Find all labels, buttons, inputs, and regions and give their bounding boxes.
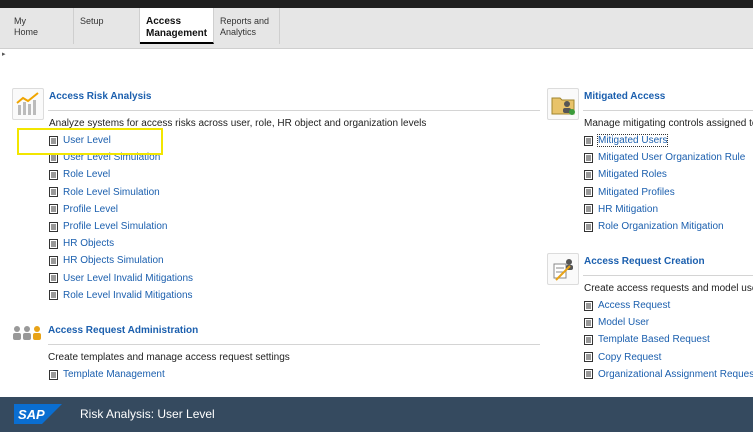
document-icon	[584, 169, 593, 180]
link-label[interactable]: Role Organization Mitigation	[598, 221, 724, 232]
link-label[interactable]: HR Objects	[63, 238, 114, 249]
link-label[interactable]: Model User	[598, 317, 649, 328]
tab-reports-analytics[interactable]: Reports and Analytics	[214, 8, 280, 44]
link-label[interactable]: Mitigated User Organization Rule	[598, 152, 745, 163]
link-label[interactable]: Role Level	[63, 169, 110, 180]
document-icon	[49, 238, 58, 249]
link-item[interactable]: HR Objects	[49, 235, 193, 252]
link-item[interactable]: Template Management	[49, 366, 165, 383]
link-item[interactable]: Copy Request	[584, 349, 753, 366]
link-item[interactable]: Role Level	[49, 166, 193, 183]
link-item[interactable]: Mitigated Profiles	[584, 184, 745, 201]
link-list-access-request-creation: Access Request Model User Template Based R…	[584, 297, 753, 383]
footer-bar: SAP Risk Analysis: User Level	[0, 397, 753, 432]
document-icon	[584, 300, 593, 311]
document-icon	[584, 135, 593, 146]
request-pen-icon	[547, 253, 579, 285]
document-icon	[584, 334, 593, 345]
link-label[interactable]: Access Request	[598, 300, 670, 311]
link-item[interactable]: Profile Level	[49, 201, 193, 218]
document-icon	[49, 255, 58, 266]
section-title-access-request-administration[interactable]: Access Request Administration	[48, 325, 198, 336]
chart-icon	[12, 88, 44, 120]
link-label[interactable]: Organizational Assignment Request	[598, 369, 753, 380]
divider	[48, 344, 540, 345]
document-icon	[49, 290, 58, 301]
document-icon	[49, 169, 58, 180]
section-title-mitigated-access[interactable]: Mitigated Access	[584, 91, 665, 102]
document-icon	[49, 221, 58, 232]
link-list-access-request-administration: Template Management	[49, 366, 165, 383]
users-icon	[12, 323, 42, 353]
tab-access-management[interactable]: Access Management	[140, 8, 214, 44]
document-icon	[49, 187, 58, 198]
link-label[interactable]: Template Based Request	[598, 334, 710, 345]
link-item[interactable]: HR Mitigation	[584, 201, 745, 218]
link-label[interactable]: Copy Request	[598, 352, 661, 363]
document-icon	[584, 187, 593, 198]
section-title-access-request-creation[interactable]: Access Request Creation	[584, 256, 705, 267]
link-label[interactable]: User Level Invalid Mitigations	[63, 273, 193, 284]
link-label[interactable]: Mitigated Roles	[598, 169, 667, 180]
link-label[interactable]: Profile Level	[63, 204, 118, 215]
link-label[interactable]: Role Level Invalid Mitigations	[63, 290, 193, 301]
highlight-box	[17, 128, 163, 155]
collapse-arrow-icon[interactable]: ▸	[2, 50, 6, 58]
link-item[interactable]: Organizational Assignment Request	[584, 366, 753, 383]
document-icon	[584, 204, 593, 215]
link-item[interactable]: Role Organization Mitigation	[584, 218, 745, 235]
folder-user-icon	[547, 88, 579, 120]
tab-setup[interactable]: Setup	[74, 8, 140, 44]
divider	[48, 110, 540, 111]
link-label[interactable]: Profile Level Simulation	[63, 221, 168, 232]
sap-logo-text: SAP	[18, 407, 45, 422]
link-label[interactable]: Role Level Simulation	[63, 187, 160, 198]
link-item[interactable]: HR Objects Simulation	[49, 252, 193, 269]
link-item[interactable]: Profile Level Simulation	[49, 218, 193, 235]
tab-bar: My Home Setup Access Management Reports …	[0, 8, 753, 49]
document-icon	[49, 204, 58, 215]
link-item[interactable]: Role Level Invalid Mitigations	[49, 287, 193, 304]
link-item[interactable]: Model User	[584, 314, 753, 331]
section-desc-access-request-creation: Create access requests and model use	[584, 283, 753, 294]
link-item[interactable]: User Level Invalid Mitigations	[49, 270, 193, 287]
link-list-access-risk-analysis: User Level User Level Simulation Role Leve…	[49, 132, 193, 304]
document-icon	[49, 273, 58, 284]
link-label[interactable]: Template Management	[63, 369, 165, 380]
document-icon	[584, 369, 593, 380]
link-label[interactable]: Mitigated Profiles	[598, 187, 675, 198]
tab-my-home[interactable]: My Home	[8, 8, 74, 44]
link-item[interactable]: Template Based Request	[584, 331, 753, 348]
section-desc-mitigated-access: Manage mitigating controls assigned to	[584, 118, 753, 129]
document-icon	[584, 317, 593, 328]
link-item[interactable]: Role Level Simulation	[49, 184, 193, 201]
link-list-mitigated-access: Mitigated Users Mitigated User Organizati…	[584, 132, 745, 235]
divider	[583, 110, 753, 111]
sap-logo: SAP	[14, 404, 62, 424]
document-icon	[584, 221, 593, 232]
link-label[interactable]: Mitigated Users	[596, 134, 669, 148]
link-label[interactable]: HR Objects Simulation	[63, 255, 164, 266]
document-icon	[584, 352, 593, 363]
divider	[583, 275, 753, 276]
link-item[interactable]: Access Request	[584, 297, 753, 314]
section-desc-access-request-administration: Create templates and manage access reque…	[48, 352, 290, 363]
link-item[interactable]: Mitigated Users	[584, 132, 745, 149]
document-icon	[584, 152, 593, 163]
footer-title: Risk Analysis: User Level	[80, 407, 215, 421]
document-icon	[49, 369, 58, 380]
link-item[interactable]: Mitigated Roles	[584, 166, 745, 183]
link-label[interactable]: HR Mitigation	[598, 204, 658, 215]
top-bar	[0, 0, 753, 8]
link-item[interactable]: Mitigated User Organization Rule	[584, 149, 745, 166]
section-title-access-risk-analysis[interactable]: Access Risk Analysis	[49, 91, 151, 102]
